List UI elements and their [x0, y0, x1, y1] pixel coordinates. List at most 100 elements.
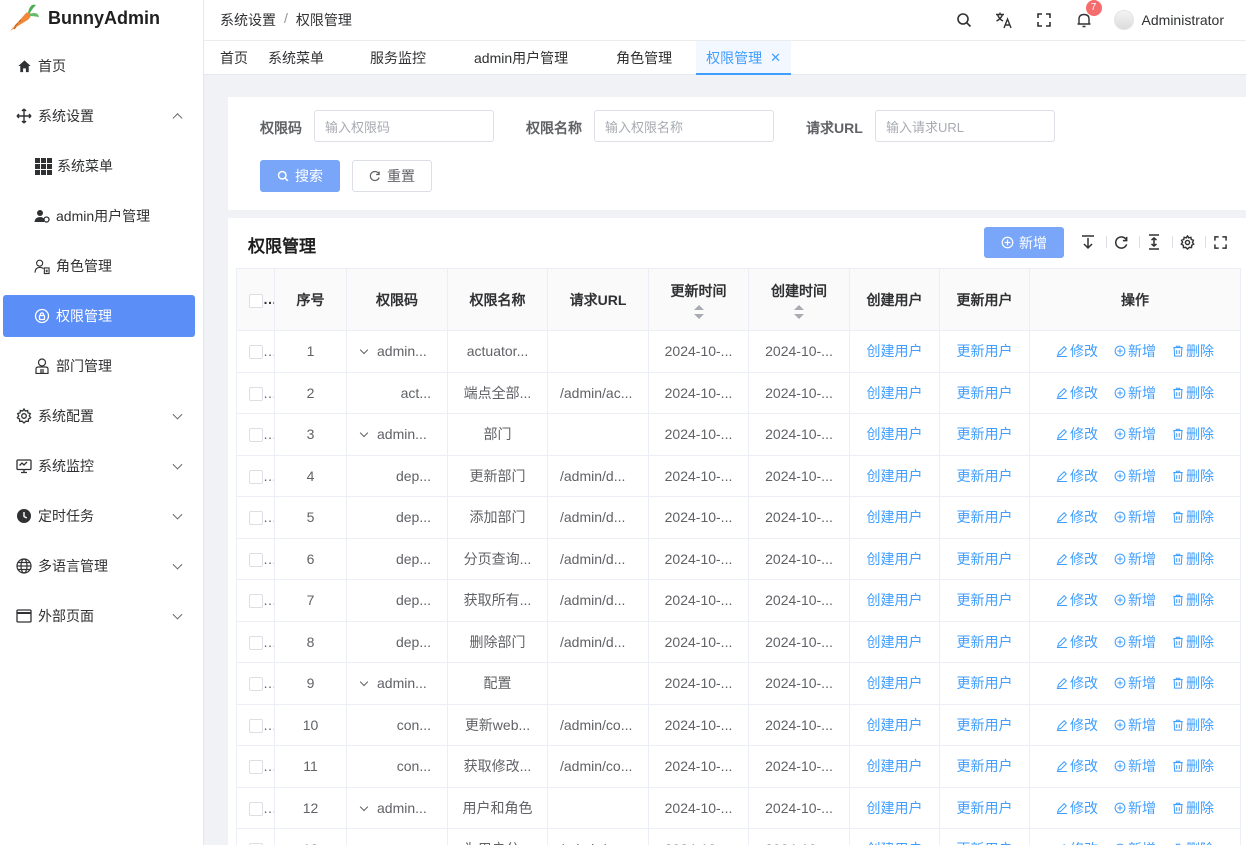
expand-all-button[interactable]: [1078, 232, 1098, 252]
row-checkbox[interactable]: [249, 677, 263, 692]
delete-button[interactable]: 删除: [1172, 756, 1214, 776]
row-checkbox-cell[interactable]: [236, 745, 275, 788]
cell-update-user[interactable]: 更新用户: [939, 662, 1030, 705]
add-permission-button[interactable]: 新增: [984, 227, 1064, 258]
cell-create-user[interactable]: 创建用户: [849, 496, 940, 539]
sidebar-item-admin-users[interactable]: admin用户管理: [0, 191, 203, 241]
row-checkbox[interactable]: [249, 635, 263, 650]
edit-button[interactable]: 修改: [1056, 798, 1098, 818]
cell-update-user[interactable]: 更新用户: [939, 496, 1030, 539]
row-checkbox-cell[interactable]: [236, 662, 275, 705]
edit-button[interactable]: 修改: [1056, 715, 1098, 735]
row-checkbox[interactable]: [249, 718, 263, 733]
row-checkbox[interactable]: [249, 469, 263, 484]
user-menu[interactable]: Administrator: [1104, 10, 1246, 30]
tab-roles[interactable]: 角色管理: [606, 41, 696, 74]
delete-button[interactable]: 删除: [1172, 798, 1214, 818]
cell-update-user[interactable]: 更新用户: [939, 413, 1030, 456]
sort-icon[interactable]: [693, 304, 704, 319]
edit-button[interactable]: 修改: [1056, 466, 1098, 486]
add-child-button[interactable]: 新增: [1114, 466, 1156, 486]
sort-icon[interactable]: [794, 304, 804, 319]
delete-button[interactable]: 删除: [1172, 549, 1214, 569]
density-button[interactable]: [1144, 232, 1164, 252]
delete-button[interactable]: 删除: [1172, 673, 1214, 693]
delete-button[interactable]: 删除: [1172, 466, 1214, 486]
cell-update-user[interactable]: 更新用户: [939, 537, 1030, 580]
close-icon[interactable]: ✕: [770, 50, 781, 66]
expand-chevron-icon[interactable]: [359, 802, 369, 811]
column-settings-button[interactable]: [1177, 232, 1197, 252]
add-child-button[interactable]: 新增: [1114, 383, 1156, 403]
row-checkbox[interactable]: [249, 345, 263, 360]
row-checkbox-cell[interactable]: [236, 828, 275, 845]
row-checkbox[interactable]: [249, 428, 263, 443]
cell-update-user[interactable]: 更新用户: [939, 745, 1030, 788]
edit-button[interactable]: 修改: [1056, 756, 1098, 776]
sidebar-item-system-menu[interactable]: 系统菜单: [0, 141, 203, 191]
row-checkbox[interactable]: [249, 552, 263, 567]
cell-update-user[interactable]: 更新用户: [939, 703, 1030, 746]
language-button[interactable]: [984, 0, 1024, 41]
cell-create-user[interactable]: 创建用户: [849, 703, 940, 746]
url-input[interactable]: 输入请求URL: [875, 110, 1055, 142]
select-all-checkbox-cell[interactable]: [236, 268, 275, 331]
row-checkbox-cell[interactable]: [236, 703, 275, 746]
row-checkbox-cell[interactable]: [236, 454, 275, 497]
row-checkbox-cell[interactable]: [236, 496, 275, 539]
row-checkbox[interactable]: [249, 386, 263, 401]
delete-button[interactable]: 删除: [1172, 341, 1214, 361]
sidebar-item-departments[interactable]: 部门管理: [0, 341, 203, 391]
add-child-button[interactable]: 新增: [1114, 798, 1156, 818]
edit-button[interactable]: 修改: [1056, 549, 1098, 569]
delete-button[interactable]: 删除: [1172, 590, 1214, 610]
cell-create-user[interactable]: 创建用户: [849, 620, 940, 663]
select-all-checkbox[interactable]: [249, 293, 263, 308]
delete-button[interactable]: 删除: [1172, 424, 1214, 444]
row-checkbox-cell[interactable]: [236, 620, 275, 663]
edit-button[interactable]: 修改: [1056, 341, 1098, 361]
expand-chevron-icon[interactable]: [359, 346, 369, 355]
cell-create-user[interactable]: 创建用户: [849, 579, 940, 622]
delete-button[interactable]: 删除: [1172, 839, 1214, 845]
expand-chevron-icon[interactable]: [359, 429, 369, 438]
tab-permissions[interactable]: 权限管理 ✕: [696, 41, 792, 75]
row-checkbox-cell[interactable]: [236, 371, 275, 414]
logo[interactable]: BunnyAdmin: [0, 0, 203, 36]
row-checkbox-cell[interactable]: [236, 579, 275, 622]
sidebar-item-i18n[interactable]: 多语言管理: [0, 541, 203, 591]
cell-update-user[interactable]: 更新用户: [939, 330, 1030, 373]
add-child-button[interactable]: 新增: [1114, 756, 1156, 776]
cell-create-user[interactable]: 创建用户: [849, 537, 940, 580]
column-header-created[interactable]: 创建时间: [748, 268, 850, 331]
cell-create-user[interactable]: 创建用户: [849, 662, 940, 705]
row-checkbox[interactable]: [249, 760, 263, 775]
refresh-button[interactable]: [1111, 232, 1131, 252]
code-input[interactable]: 输入权限码: [314, 110, 494, 142]
add-child-button[interactable]: 新增: [1114, 715, 1156, 735]
delete-button[interactable]: 删除: [1172, 383, 1214, 403]
delete-button[interactable]: 删除: [1172, 632, 1214, 652]
tab-system-menu[interactable]: 系统菜单: [258, 41, 360, 74]
cell-update-user[interactable]: 更新用户: [939, 579, 1030, 622]
add-child-button[interactable]: 新增: [1114, 549, 1156, 569]
column-header-updated[interactable]: 更新时间: [648, 268, 749, 331]
cell-create-user[interactable]: 创建用户: [849, 330, 940, 373]
tab-home[interactable]: 首页: [210, 41, 258, 74]
cell-update-user[interactable]: 更新用户: [939, 620, 1030, 663]
sidebar-item-permissions[interactable]: 权限管理: [3, 295, 195, 337]
tab-admin-users[interactable]: admin用户管理: [464, 41, 606, 74]
sidebar-item-roles[interactable]: 角色管理: [0, 241, 203, 291]
row-checkbox-cell[interactable]: [236, 413, 275, 456]
add-child-button[interactable]: 新增: [1114, 507, 1156, 527]
cell-create-user[interactable]: 创建用户: [849, 371, 940, 414]
sidebar-item-system-monitor[interactable]: 系统监控: [0, 441, 203, 491]
sidebar-item-external-pages[interactable]: 外部页面: [0, 591, 203, 641]
cell-create-user[interactable]: 创建用户: [849, 745, 940, 788]
add-child-button[interactable]: 新增: [1114, 839, 1156, 845]
fullscreen-button[interactable]: [1024, 0, 1064, 41]
edit-button[interactable]: 修改: [1056, 632, 1098, 652]
delete-button[interactable]: 删除: [1172, 715, 1214, 735]
row-checkbox[interactable]: [249, 511, 263, 526]
sidebar-item-scheduled-tasks[interactable]: 定时任务: [0, 491, 203, 541]
